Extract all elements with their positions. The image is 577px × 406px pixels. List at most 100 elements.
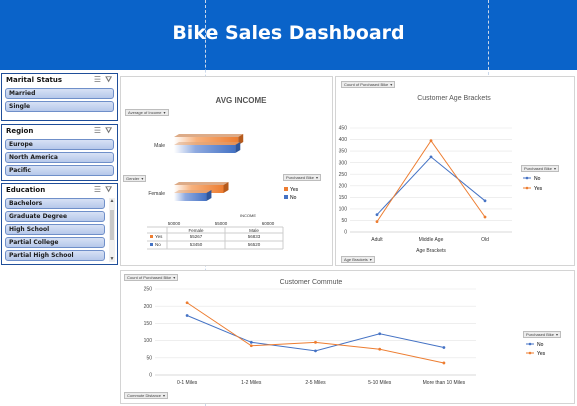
- slicer-item-partial-high-school[interactable]: Partial High School: [5, 250, 105, 261]
- point-yes-2-5-miles: [314, 340, 317, 344]
- y-tick-label: 150: [339, 195, 348, 201]
- scroll-down-icon[interactable]: ▼: [109, 256, 115, 262]
- legend-label-no: No: [290, 195, 297, 201]
- y-tick-label: 400: [339, 137, 348, 143]
- table-cell: 56520: [248, 242, 261, 247]
- legend-label-no: No: [534, 176, 541, 182]
- income-chart: AVG INCOME Female Male 50000 55000 60000 INC…: [147, 96, 299, 250]
- slicer-item-single[interactable]: Single: [5, 101, 114, 112]
- category-label-male: Male: [154, 143, 165, 149]
- table-header-female: Female: [188, 228, 204, 233]
- age-chart: Customer Age Brackets 0 50 100 150 200 250 300…: [339, 95, 543, 254]
- bar-no-female: [174, 190, 212, 201]
- point-no-2-5-miles: [314, 349, 317, 353]
- y-tick-label: 350: [339, 149, 348, 155]
- legend-label-yes: Yes: [537, 351, 546, 357]
- x-tick-label-middle-age: Middle Age: [419, 237, 444, 243]
- tick-label: 50000: [168, 221, 181, 226]
- series-line-no: [186, 315, 445, 352]
- point-no-5-10-miles: [378, 332, 382, 336]
- scroll-up-icon[interactable]: ▲: [109, 198, 115, 204]
- category-label-female: Female: [148, 191, 165, 197]
- point-yes-middle-age: [429, 139, 433, 143]
- clear-filter-icon[interactable]: ⛛: [105, 126, 112, 136]
- commute-chart-panel: Count of Purchased Bike Purchased Bike C…: [120, 270, 575, 404]
- point-yes-adult: [375, 220, 379, 224]
- point-no-1-2-miles: [249, 340, 253, 344]
- x-tick-label-old: Old: [481, 237, 489, 243]
- y-tick-label: 0: [149, 373, 152, 379]
- table-swatch-no: [150, 243, 153, 246]
- chart-legend: Yes No: [284, 187, 299, 201]
- table-cell: 55267: [190, 234, 203, 239]
- y-tick-label: 50: [341, 218, 347, 224]
- slicer-header: Region ☰ ⛛: [2, 125, 117, 138]
- pivot-data-table: Female Male Yes 55267 56833 No 53450 565…: [147, 226, 284, 250]
- x-tick-label-adult: Adult: [371, 237, 383, 243]
- commute-chart: Customer Commute 0 50 100 150 200 250 0-1 Mile…: [144, 279, 546, 386]
- point-no-old: [483, 199, 487, 203]
- clear-filter-icon[interactable]: ⛛: [105, 75, 112, 85]
- slicer-title: Marital Status: [6, 76, 63, 84]
- slicer-item-north-america[interactable]: North America: [5, 152, 114, 163]
- y-tick-label: 250: [339, 172, 348, 178]
- point-yes-1-2-miles: [249, 344, 253, 348]
- x-tick-label-0-1-miles: 0-1 Miles: [177, 380, 198, 386]
- multi-select-icon[interactable]: ☰: [94, 75, 101, 84]
- slicer-header: Marital Status ☰ ⛛: [2, 74, 117, 87]
- x-tick-label-2-5-miles: 2-5 Miles: [305, 380, 326, 386]
- point-no-middle-age: [429, 155, 433, 159]
- y-tick-label: 50: [146, 355, 152, 361]
- tick-label: 55000: [215, 221, 228, 226]
- chart-legend: No Yes: [523, 176, 543, 192]
- slicer-region: Region ☰ ⛛ Europe North America Pacific: [1, 124, 118, 181]
- y-tick-label: 150: [144, 321, 153, 327]
- slicer-item-bachelors[interactable]: Bachelors: [5, 198, 105, 209]
- y-tick-label: 250: [144, 287, 153, 293]
- multi-select-icon[interactable]: ☰: [94, 126, 101, 135]
- slicer-education: Education ☰ ⛛ Bachelors Graduate Degree …: [1, 183, 118, 265]
- point-yes-old: [483, 215, 487, 219]
- slicer-title: Region: [6, 127, 34, 135]
- x-tick-label-1-2-miles: 1-2 Miles: [241, 380, 262, 386]
- slicer-item-pacific[interactable]: Pacific: [5, 165, 114, 176]
- legend-label-yes: Yes: [534, 186, 543, 192]
- chart-title: AVG INCOME: [216, 96, 268, 105]
- bar-no-male: [174, 142, 241, 153]
- slicer-scrollbar[interactable]: ▲ ▼: [109, 198, 115, 262]
- income-chart-panel: Average of Income Gender Purchased Bike …: [120, 76, 333, 266]
- point-yes-more-than-10-miles: [442, 361, 446, 365]
- tick-label: 60000: [262, 221, 275, 226]
- slicer-item-europe[interactable]: Europe: [5, 139, 114, 150]
- legend-marker-no: [525, 176, 529, 180]
- legend-marker-no: [528, 342, 532, 346]
- scroll-thumb[interactable]: [110, 210, 114, 240]
- axis-title: INCOME: [240, 213, 256, 218]
- y-tick-label: 450: [339, 126, 348, 132]
- age-chart-panel: Count of Purchased Bike Purchased Bike A…: [335, 76, 575, 266]
- slicer-item-graduate-degree[interactable]: Graduate Degree: [5, 211, 105, 222]
- dashboard-banner: Bike Sales Dashboard: [0, 0, 577, 70]
- table-row-label-no: No: [155, 242, 161, 247]
- chart-title: Customer Commute: [280, 279, 343, 286]
- table-header-male: Male: [249, 228, 259, 233]
- page-break-line: [488, 0, 489, 75]
- point-no-adult: [375, 213, 379, 217]
- y-tick-label: 200: [339, 183, 348, 189]
- legend-label-yes: Yes: [290, 187, 299, 193]
- y-tick-label: 100: [144, 338, 153, 344]
- x-tick-label-5-10-miles: 5-10 Miles: [368, 380, 392, 386]
- slicer-header: Education ☰ ⛛: [2, 184, 117, 197]
- table-swatch-yes: [150, 235, 153, 238]
- table-row-label-yes: Yes: [155, 234, 163, 239]
- legend-swatch-yes: [284, 187, 288, 191]
- slicer-item-high-school[interactable]: High School: [5, 224, 105, 235]
- slicer-marital-status: Marital Status ☰ ⛛ Married Single: [1, 73, 118, 121]
- slicer-item-married[interactable]: Married: [5, 88, 114, 99]
- multi-select-icon[interactable]: ☰: [94, 185, 101, 194]
- slicer-item-partial-college[interactable]: Partial College: [5, 237, 105, 248]
- clear-filter-icon[interactable]: ⛛: [105, 185, 112, 195]
- x-tick-label-more-than-10-miles: More than 10 Miles: [423, 380, 466, 386]
- table-cell: 56833: [248, 234, 261, 239]
- dashboard-title: Bike Sales Dashboard: [172, 22, 405, 44]
